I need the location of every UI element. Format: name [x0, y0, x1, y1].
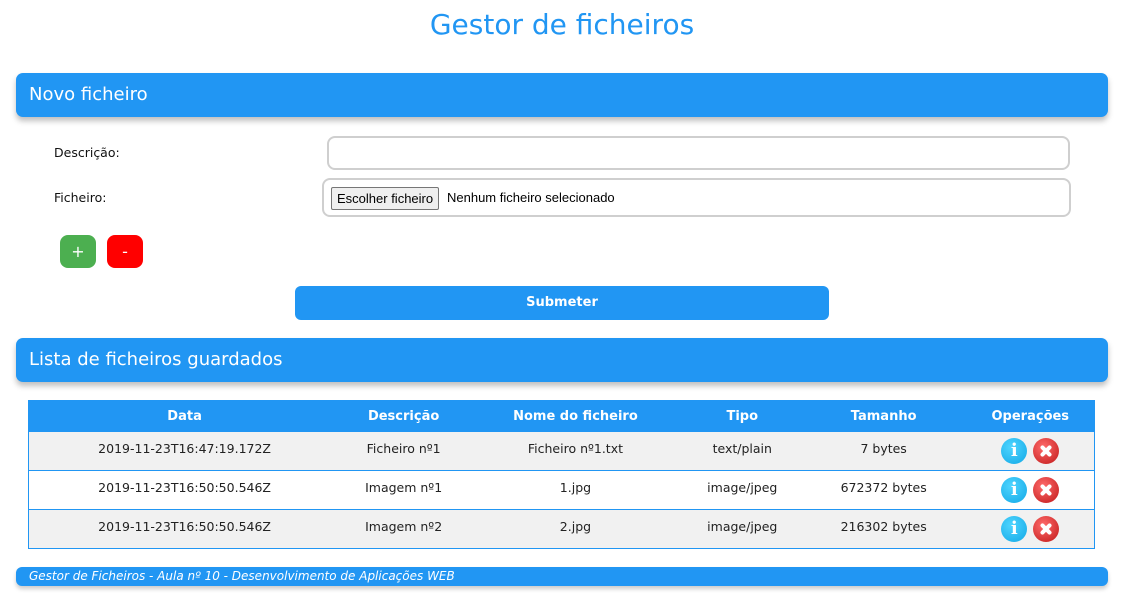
cell-operations: i: [966, 470, 1095, 510]
column-header-size: Tamanho: [800, 400, 967, 432]
cell-type: image/jpeg: [683, 470, 801, 510]
description-input[interactable]: [327, 136, 1070, 170]
choose-file-button[interactable]: Escolher ficheiro: [331, 187, 440, 210]
cell-date: 2019-11-23T16:50:50.546Z: [28, 509, 341, 549]
new-file-header: Novo ficheiro: [16, 73, 1108, 117]
cell-description: Imagem nº2: [340, 509, 468, 549]
cell-operations: i: [966, 509, 1095, 549]
column-header-description: Descrição: [340, 400, 468, 432]
table-row: 2019-11-23T16:50:50.546Z Imagem nº2 2.jp…: [28, 509, 1095, 549]
table-header-row: Data Descrição Nome do ficheiro Tipo Tam…: [28, 400, 1095, 432]
cell-type: text/plain: [683, 431, 801, 471]
info-icon[interactable]: i: [1001, 437, 1028, 464]
file-status-text: Nenhum ficheiro selecionado: [447, 190, 615, 205]
info-icon[interactable]: i: [1001, 516, 1028, 542]
table-row: 2019-11-23T16:47:19.172Z Ficheiro nº1 Fi…: [28, 431, 1095, 471]
table-row: 2019-11-23T16:50:50.546Z Imagem nº1 1.jp…: [28, 470, 1095, 510]
column-header-type: Tipo: [683, 400, 801, 432]
cell-filename: Ficheiro nº1.txt: [467, 431, 684, 471]
cell-type: image/jpeg: [683, 509, 801, 549]
delete-icon[interactable]: [1033, 477, 1060, 503]
page-title: Gestor de ficheiros: [429, 8, 695, 41]
column-header-date: Data: [28, 400, 341, 432]
file-input[interactable]: Escolher ficheiro Nenhum ficheiro seleci…: [322, 178, 1071, 217]
column-header-operations: Operações: [966, 400, 1095, 432]
file-list-header: Lista de ficheiros guardados: [16, 338, 1108, 382]
cell-size: 216302 bytes: [800, 509, 967, 549]
delete-icon[interactable]: [1033, 437, 1060, 464]
files-table: Data Descrição Nome do ficheiro Tipo Tam…: [28, 400, 1095, 549]
delete-icon[interactable]: [1033, 516, 1060, 542]
cell-date: 2019-11-23T16:47:19.172Z: [28, 431, 341, 471]
description-label: Descrição:: [54, 145, 120, 160]
submit-button[interactable]: Submeter: [295, 286, 829, 320]
cell-description: Imagem nº1: [340, 470, 468, 510]
cell-date: 2019-11-23T16:50:50.546Z: [28, 470, 341, 510]
cell-operations: i: [966, 431, 1095, 471]
cell-filename: 2.jpg: [467, 509, 684, 549]
cell-size: 7 bytes: [800, 431, 967, 471]
cell-size: 672372 bytes: [800, 470, 967, 510]
file-label: Ficheiro:: [54, 190, 107, 205]
footer: Gestor de Ficheiros - Aula nº 10 - Desen…: [16, 567, 1108, 586]
info-icon[interactable]: i: [1001, 477, 1028, 503]
column-header-filename: Nome do ficheiro: [467, 400, 684, 432]
add-file-button[interactable]: +: [60, 235, 96, 268]
cell-description: Ficheiro nº1: [340, 431, 468, 471]
remove-file-button[interactable]: -: [107, 235, 143, 268]
cell-filename: 1.jpg: [467, 470, 684, 510]
